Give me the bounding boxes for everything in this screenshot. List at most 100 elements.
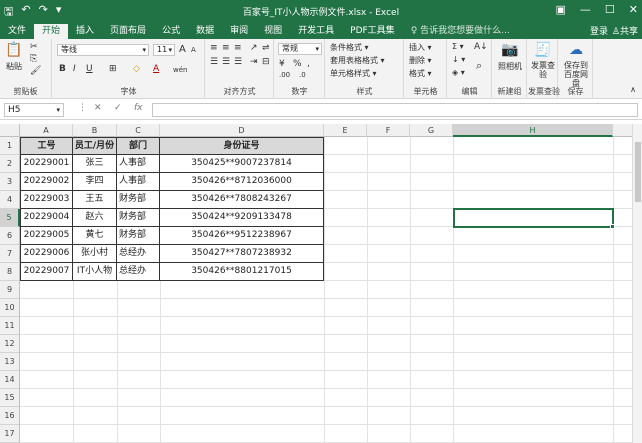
header-cell-id-number[interactable]: 身份证号 — [160, 137, 324, 155]
cell-department[interactable]: 人事部 — [117, 155, 160, 173]
cell-id-number[interactable]: 350426**8801217015 — [160, 263, 324, 281]
fill-handle[interactable] — [610, 224, 615, 229]
border-icon[interactable]: ⊞ — [109, 64, 117, 74]
cell-id-number[interactable]: 350426**7808243267 — [160, 191, 324, 209]
currency-icon[interactable]: ¥ — [279, 59, 285, 69]
cell-employee[interactable]: 黄七 — [73, 227, 117, 245]
cell-department[interactable]: 总经办 — [117, 245, 160, 263]
fill-button[interactable]: ↓ ▾ — [452, 55, 465, 64]
align-left-icon[interactable]: ☰ — [210, 57, 218, 67]
cell-id-number[interactable]: 350424**9209133478 — [160, 209, 324, 227]
row-header[interactable]: 17 — [0, 425, 20, 443]
tab-view[interactable]: 视图 — [256, 24, 290, 39]
autosum-button[interactable]: Σ ▾ — [452, 42, 464, 51]
active-cell-selection[interactable] — [453, 208, 614, 228]
row-header[interactable]: 16 — [0, 407, 20, 425]
percent-icon[interactable]: % — [293, 59, 302, 69]
cell-employee[interactable]: 赵六 — [73, 209, 117, 227]
column-header-d[interactable]: D — [160, 124, 324, 137]
underline-button[interactable]: U — [86, 64, 93, 74]
tab-pdf-tools[interactable]: PDF工具集 — [342, 24, 403, 39]
increase-decimal-icon[interactable]: .00 — [279, 71, 290, 79]
insert-cells-button[interactable]: 插入 ▾ — [409, 42, 432, 53]
cell-id[interactable]: 20229007 — [20, 263, 73, 281]
cell-id-number[interactable]: 350426**9512238967 — [160, 227, 324, 245]
cell-id[interactable]: 20229004 — [20, 209, 73, 227]
copy-icon[interactable]: ⎘ — [30, 54, 37, 64]
row-header[interactable]: 1 — [0, 137, 20, 155]
row-header[interactable]: 9 — [0, 281, 20, 299]
scrollbar-thumb[interactable] — [635, 142, 641, 202]
merge-center-icon[interactable]: ⊟ — [262, 57, 270, 67]
tab-page-layout[interactable]: 页面布局 — [102, 24, 154, 39]
row-header[interactable]: 12 — [0, 335, 20, 353]
font-color-icon[interactable]: A — [153, 64, 159, 74]
comma-icon[interactable]: , — [307, 59, 310, 69]
column-header-f[interactable]: F — [367, 124, 410, 137]
cell-styles-button[interactable]: 单元格样式 ▾ — [330, 68, 377, 79]
header-cell-id[interactable]: 工号 — [20, 137, 73, 155]
column-header-h[interactable]: H — [453, 124, 613, 137]
cell-department[interactable]: 财务部 — [117, 191, 160, 209]
indent-icon[interactable]: ⇥ — [250, 57, 258, 67]
cell-id[interactable]: 20229001 — [20, 155, 73, 173]
row-header[interactable]: 4 — [0, 191, 20, 209]
cell-department[interactable]: 财务部 — [117, 227, 160, 245]
header-cell-employee[interactable]: 员工/月份 — [73, 137, 117, 155]
row-header[interactable]: 10 — [0, 299, 20, 317]
phonetic-icon[interactable]: wén — [173, 66, 187, 74]
row-header[interactable]: 7 — [0, 245, 20, 263]
wrap-text-icon[interactable]: ⇌ — [262, 43, 270, 53]
align-center-icon[interactable]: ☰ — [222, 57, 230, 67]
cell-employee[interactable]: 张小村 — [73, 245, 117, 263]
cell-department[interactable]: 总经办 — [117, 263, 160, 281]
delete-cells-button[interactable]: 删除 ▾ — [409, 55, 432, 66]
formula-input[interactable] — [152, 103, 638, 117]
cell-employee[interactable]: 王五 — [73, 191, 117, 209]
close-icon[interactable]: ✕ — [629, 3, 638, 16]
row-header[interactable]: 6 — [0, 227, 20, 245]
cell-department[interactable]: 人事部 — [117, 173, 160, 191]
align-bottom-icon[interactable]: ≡ — [234, 43, 242, 53]
cell-department[interactable]: 财务部 — [117, 209, 160, 227]
clear-button[interactable]: ◈ ▾ — [452, 68, 465, 77]
minimize-icon[interactable]: — — [580, 3, 591, 16]
column-header-e[interactable]: E — [324, 124, 367, 137]
sort-filter-icon[interactable]: A↓ — [474, 42, 488, 52]
login-link[interactable]: 登录 — [590, 24, 608, 37]
find-select-icon[interactable]: ⌕ — [476, 59, 482, 73]
tab-data[interactable]: 数据 — [188, 24, 222, 39]
cell-id-number[interactable]: 350426**8712036000 — [160, 173, 324, 191]
cut-icon[interactable]: ✂ — [30, 42, 38, 52]
name-box[interactable]: H5 ▾ — [4, 103, 64, 117]
tab-review[interactable]: 审阅 — [222, 24, 256, 39]
tab-insert[interactable]: 插入 — [68, 24, 102, 39]
format-as-table-button[interactable]: 套用表格格式 ▾ — [330, 55, 385, 66]
row-header[interactable]: 14 — [0, 371, 20, 389]
row-header[interactable]: 3 — [0, 173, 20, 191]
number-format-select[interactable]: 常规 ▾ — [278, 43, 322, 55]
cell-id[interactable]: 20229003 — [20, 191, 73, 209]
tab-home[interactable]: 开始 — [34, 24, 69, 39]
maximize-icon[interactable]: ☐ — [605, 3, 615, 16]
align-middle-icon[interactable]: ≡ — [222, 43, 230, 53]
cancel-entry-icon[interactable]: ✕ — [94, 103, 102, 113]
row-header[interactable]: 11 — [0, 317, 20, 335]
align-right-icon[interactable]: ☰ — [234, 57, 242, 67]
column-header-b[interactable]: B — [73, 124, 117, 137]
invoice-check-button[interactable]: 🧾 发票查验 — [531, 41, 555, 79]
shrink-font-icon[interactable]: A — [191, 46, 196, 54]
ribbon-display-options-icon[interactable]: ▣ — [556, 3, 566, 16]
row-header[interactable]: 13 — [0, 353, 20, 371]
fill-color-icon[interactable]: ◇ — [133, 64, 140, 74]
insert-function-icon[interactable]: fx — [134, 103, 143, 113]
share-button[interactable]: ♙共享 — [612, 24, 638, 37]
orientation-icon[interactable]: ↗ — [250, 43, 258, 53]
column-header-a[interactable]: A — [20, 124, 73, 137]
header-cell-department[interactable]: 部门 — [117, 137, 160, 155]
cell-id[interactable]: 20229002 — [20, 173, 73, 191]
cell-employee[interactable]: 李四 — [73, 173, 117, 191]
cell-employee[interactable]: IT小人物 — [73, 263, 117, 281]
row-header[interactable]: 15 — [0, 389, 20, 407]
select-all-corner[interactable] — [0, 124, 20, 137]
